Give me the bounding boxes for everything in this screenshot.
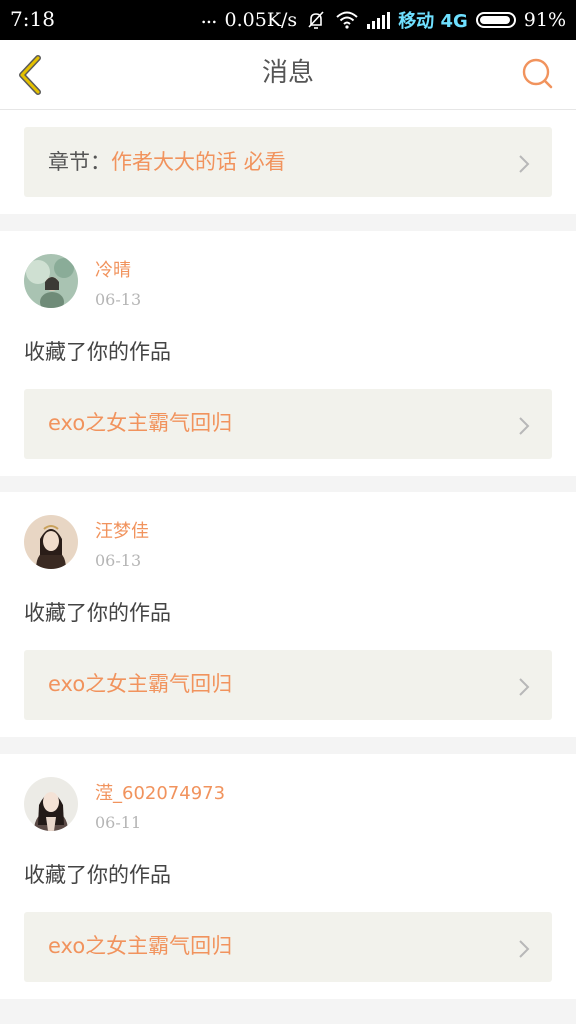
- message-action: 收藏了你的作品: [24, 340, 171, 364]
- chapter-label: 章节：: [48, 150, 111, 174]
- status-dots: ...: [200, 4, 217, 28]
- message-action: 收藏了你的作品: [24, 601, 171, 625]
- signal-icon: [367, 11, 391, 29]
- avatar[interactable]: [24, 777, 78, 831]
- message-card: 冷晴 06-13 收藏了你的作品 exo之女主霸气回归: [0, 231, 576, 476]
- chapter-link[interactable]: 章节：作者大大的话 必看: [24, 127, 552, 197]
- chevron-right-icon: [519, 417, 530, 435]
- wifi-icon: [336, 11, 358, 29]
- header-bar: 消息: [0, 40, 576, 110]
- carrier-label: 移动 4G: [398, 11, 468, 32]
- message-date: 06-11: [95, 813, 142, 832]
- work-title: exo之女主霸气回归: [48, 411, 233, 435]
- message-date: 06-13: [95, 551, 142, 570]
- chevron-right-icon: [519, 940, 530, 958]
- work-title: exo之女主霸气回归: [48, 934, 233, 958]
- chapter-title: 作者大大的话 必看: [111, 150, 286, 174]
- avatar[interactable]: [24, 254, 78, 308]
- search-icon[interactable]: [520, 56, 556, 92]
- avatar[interactable]: [24, 515, 78, 569]
- message-username[interactable]: 滢_602074973: [95, 779, 225, 805]
- mute-bell-icon: [308, 11, 324, 29]
- status-bar: 7:18 ... 0.05K/s 移动 4G 91%: [0, 0, 576, 40]
- work-link[interactable]: exo之女主霸气回归: [24, 389, 552, 459]
- message-action: 收藏了你的作品: [24, 863, 171, 887]
- work-link[interactable]: exo之女主霸气回归: [24, 650, 552, 720]
- message-card: 滢_602074973 06-11 收藏了你的作品 exo之女主霸气回归: [0, 754, 576, 999]
- chevron-right-icon: [519, 155, 530, 173]
- chevron-right-icon: [519, 678, 530, 696]
- network-speed: 0.05K/s: [224, 9, 298, 31]
- work-title: exo之女主霸气回归: [48, 672, 233, 696]
- work-link[interactable]: exo之女主霸气回归: [24, 912, 552, 982]
- message-card: 汪梦佳 06-13 收藏了你的作品 exo之女主霸气回归: [0, 492, 576, 737]
- message-date: 06-13: [95, 290, 142, 309]
- battery-percent: 91%: [523, 9, 566, 31]
- battery-icon: [475, 12, 516, 28]
- status-time: 7:18: [10, 7, 55, 31]
- message-username[interactable]: 汪梦佳: [95, 517, 149, 543]
- page-title: 消息: [261, 58, 314, 88]
- message-username[interactable]: 冷晴: [95, 256, 131, 282]
- chapter-section: 章节：作者大大的话 必看: [0, 110, 576, 214]
